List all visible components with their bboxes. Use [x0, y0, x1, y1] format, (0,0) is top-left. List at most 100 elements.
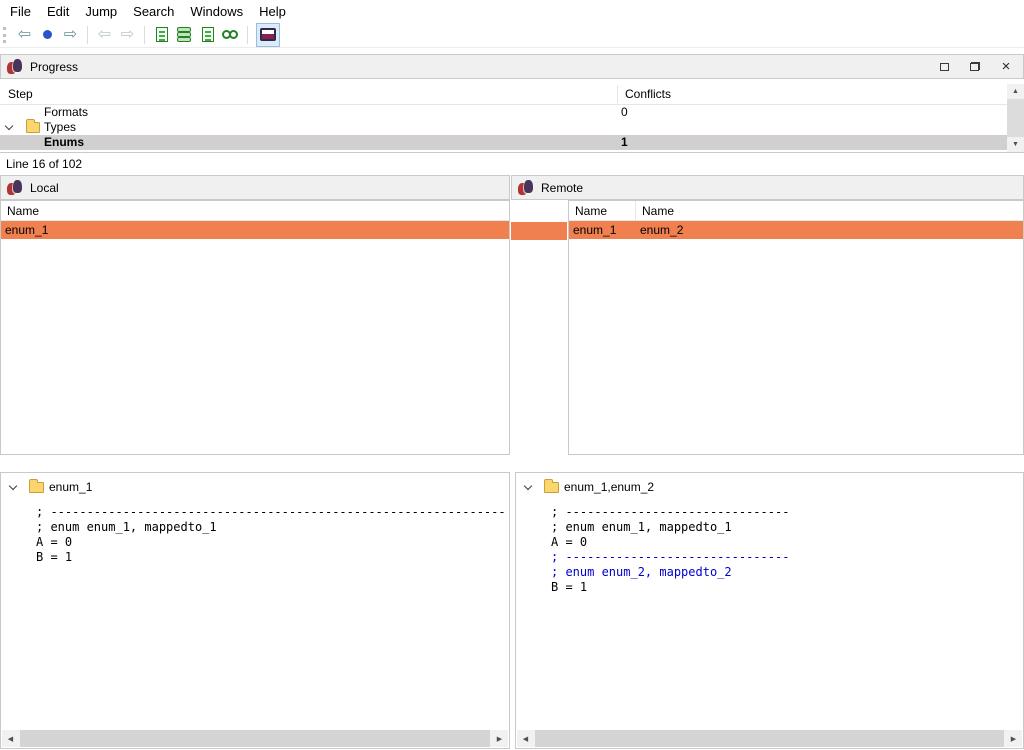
- scroll-up-icon[interactable]: ▲: [1007, 84, 1024, 99]
- horizontal-scrollbar[interactable]: ◀ ▶: [517, 730, 1022, 747]
- toolbar-separator: [247, 26, 248, 44]
- horizontal-scrollbar[interactable]: ◀ ▶: [2, 730, 508, 747]
- code-line[interactable]: A = 0: [36, 535, 505, 550]
- local-detail-panel: enum_1 ; -------------------------------…: [0, 472, 510, 749]
- column-header-step[interactable]: Step: [8, 87, 33, 101]
- navigate-back-button[interactable]: ⇦: [13, 24, 36, 46]
- maximize-icon: [940, 63, 949, 71]
- local-detail-header: enum_1: [1, 473, 509, 503]
- toolbar-separator: [87, 26, 88, 44]
- scroll-down-icon[interactable]: ▼: [1007, 137, 1024, 152]
- restore-icon: [970, 62, 980, 71]
- table-row[interactable]: enum_1enum_2: [569, 221, 1023, 239]
- toggle-diff-view-button[interactable]: [256, 23, 280, 47]
- next-conflict-button[interactable]: ⇨: [116, 24, 139, 46]
- code-line[interactable]: A = 0: [551, 535, 1019, 550]
- progress-tree: Formats0TypesEnums 1: [0, 105, 1007, 150]
- use-local-button[interactable]: [150, 24, 173, 46]
- chevron-down-icon[interactable]: [525, 483, 531, 489]
- line-indicator: Line 16 of 102: [0, 152, 1024, 174]
- current-position-button[interactable]: [36, 24, 59, 46]
- local-titlebar[interactable]: Local: [0, 175, 510, 200]
- menu-item-file[interactable]: File: [2, 1, 39, 22]
- local-detail-title: enum_1: [49, 480, 92, 494]
- tree-row[interactable]: Types: [0, 120, 1007, 135]
- tree-row-conflicts: 0: [621, 105, 628, 120]
- scrollbar-thumb[interactable]: [534, 730, 1005, 747]
- scroll-right-icon[interactable]: ▶: [1005, 730, 1022, 747]
- column-header-name[interactable]: Name: [569, 201, 636, 220]
- line-indicator-text: Line 16 of 102: [6, 157, 82, 171]
- link-views-button[interactable]: [219, 24, 242, 46]
- remote-code-view: ; -------------------------------; enum …: [551, 505, 1019, 595]
- code-line[interactable]: ; -------------------------------: [551, 505, 1019, 520]
- tree-row[interactable]: Enums 1: [0, 135, 1007, 150]
- tree-row-conflicts: 1: [621, 135, 628, 150]
- code-line[interactable]: ; enum enum_1, mappedto_1: [551, 520, 1019, 535]
- code-line[interactable]: ; enum enum_1, mappedto_1: [36, 520, 505, 535]
- remote-detail-panel: enum_1,enum_2 ; ------------------------…: [515, 472, 1024, 749]
- code-line[interactable]: B = 1: [551, 580, 1019, 595]
- use-merge-button[interactable]: [173, 24, 196, 46]
- remote-title: Remote: [541, 181, 583, 195]
- tree-row-label: Types: [44, 120, 76, 135]
- local-code-view: ; --------------------------------------…: [36, 505, 505, 565]
- code-line[interactable]: B = 1: [36, 550, 505, 565]
- remote-table-header: Name Name: [569, 201, 1023, 221]
- scroll-left-icon[interactable]: ◀: [517, 730, 534, 747]
- progress-table-header: Step Conflicts: [0, 84, 1007, 105]
- arrow-right-icon: ⇨: [64, 27, 77, 43]
- table-cell: enum_1: [1, 221, 48, 239]
- chevron-shape: [524, 482, 532, 490]
- remote-detail-title: enum_1,enum_2: [564, 480, 654, 494]
- column-header-name[interactable]: Name: [1, 201, 39, 220]
- column-header-conflicts[interactable]: Conflicts: [625, 87, 671, 101]
- use-remote-button[interactable]: [196, 24, 219, 46]
- code-line[interactable]: ; --------------------------------------…: [36, 505, 505, 520]
- diff-link-indicator: [511, 222, 567, 240]
- local-table-body: enum_1: [1, 221, 509, 239]
- menu-item-edit[interactable]: Edit: [39, 1, 77, 22]
- menu-item-jump[interactable]: Jump: [77, 1, 125, 22]
- remote-titlebar[interactable]: Remote: [511, 175, 1024, 200]
- chevron-down-icon[interactable]: [6, 123, 12, 129]
- restore-button[interactable]: [968, 59, 982, 75]
- scrollbar-thumb[interactable]: [19, 730, 491, 747]
- column-header-name[interactable]: Name: [636, 201, 674, 220]
- local-table: Name enum_1: [0, 200, 510, 455]
- chevron-down-icon[interactable]: [10, 483, 16, 489]
- folder-icon: [29, 482, 44, 493]
- remote-table-body: enum_1enum_2: [569, 221, 1023, 239]
- progress-title: Progress: [30, 60, 78, 74]
- menu-item-search[interactable]: Search: [125, 1, 182, 22]
- monitor-icon: [260, 28, 276, 41]
- scroll-left-icon[interactable]: ◀: [2, 730, 19, 747]
- table-row[interactable]: enum_1: [1, 221, 509, 239]
- navigate-forward-button[interactable]: ⇨: [59, 24, 82, 46]
- folder-icon: [544, 482, 559, 493]
- chevron-shape: [9, 482, 17, 490]
- tree-row[interactable]: Formats0: [0, 105, 1007, 120]
- code-line[interactable]: ; -------------------------------: [551, 550, 1019, 565]
- scrollbar-thumb[interactable]: [1007, 99, 1024, 137]
- close-button[interactable]: ×: [999, 59, 1013, 75]
- window-buttons: ×: [937, 59, 1017, 75]
- vertical-scrollbar[interactable]: ▲ ▼: [1007, 84, 1024, 152]
- tree-row-label: Enums: [44, 135, 84, 150]
- scroll-right-icon[interactable]: ▶: [491, 730, 508, 747]
- menu-item-help[interactable]: Help: [251, 1, 294, 22]
- app-icon: [518, 180, 533, 195]
- local-title: Local: [30, 181, 59, 195]
- rings-icon: [222, 28, 239, 42]
- menu-item-windows[interactable]: Windows: [182, 1, 251, 22]
- arrow-left-icon: ⇦: [98, 27, 111, 43]
- maximize-button[interactable]: [937, 59, 951, 75]
- menu-bar: FileEditJumpSearchWindowsHelp: [0, 0, 1024, 22]
- code-line[interactable]: ; enum enum_2, mappedto_2: [551, 565, 1019, 580]
- remote-detail-header: enum_1,enum_2: [516, 473, 1023, 503]
- toolbar-grip[interactable]: [3, 27, 8, 43]
- progress-titlebar[interactable]: Progress ×: [0, 54, 1024, 79]
- prev-conflict-button[interactable]: ⇦: [93, 24, 116, 46]
- column-divider[interactable]: [617, 85, 618, 103]
- remote-table: Name Name enum_1enum_2: [568, 200, 1024, 455]
